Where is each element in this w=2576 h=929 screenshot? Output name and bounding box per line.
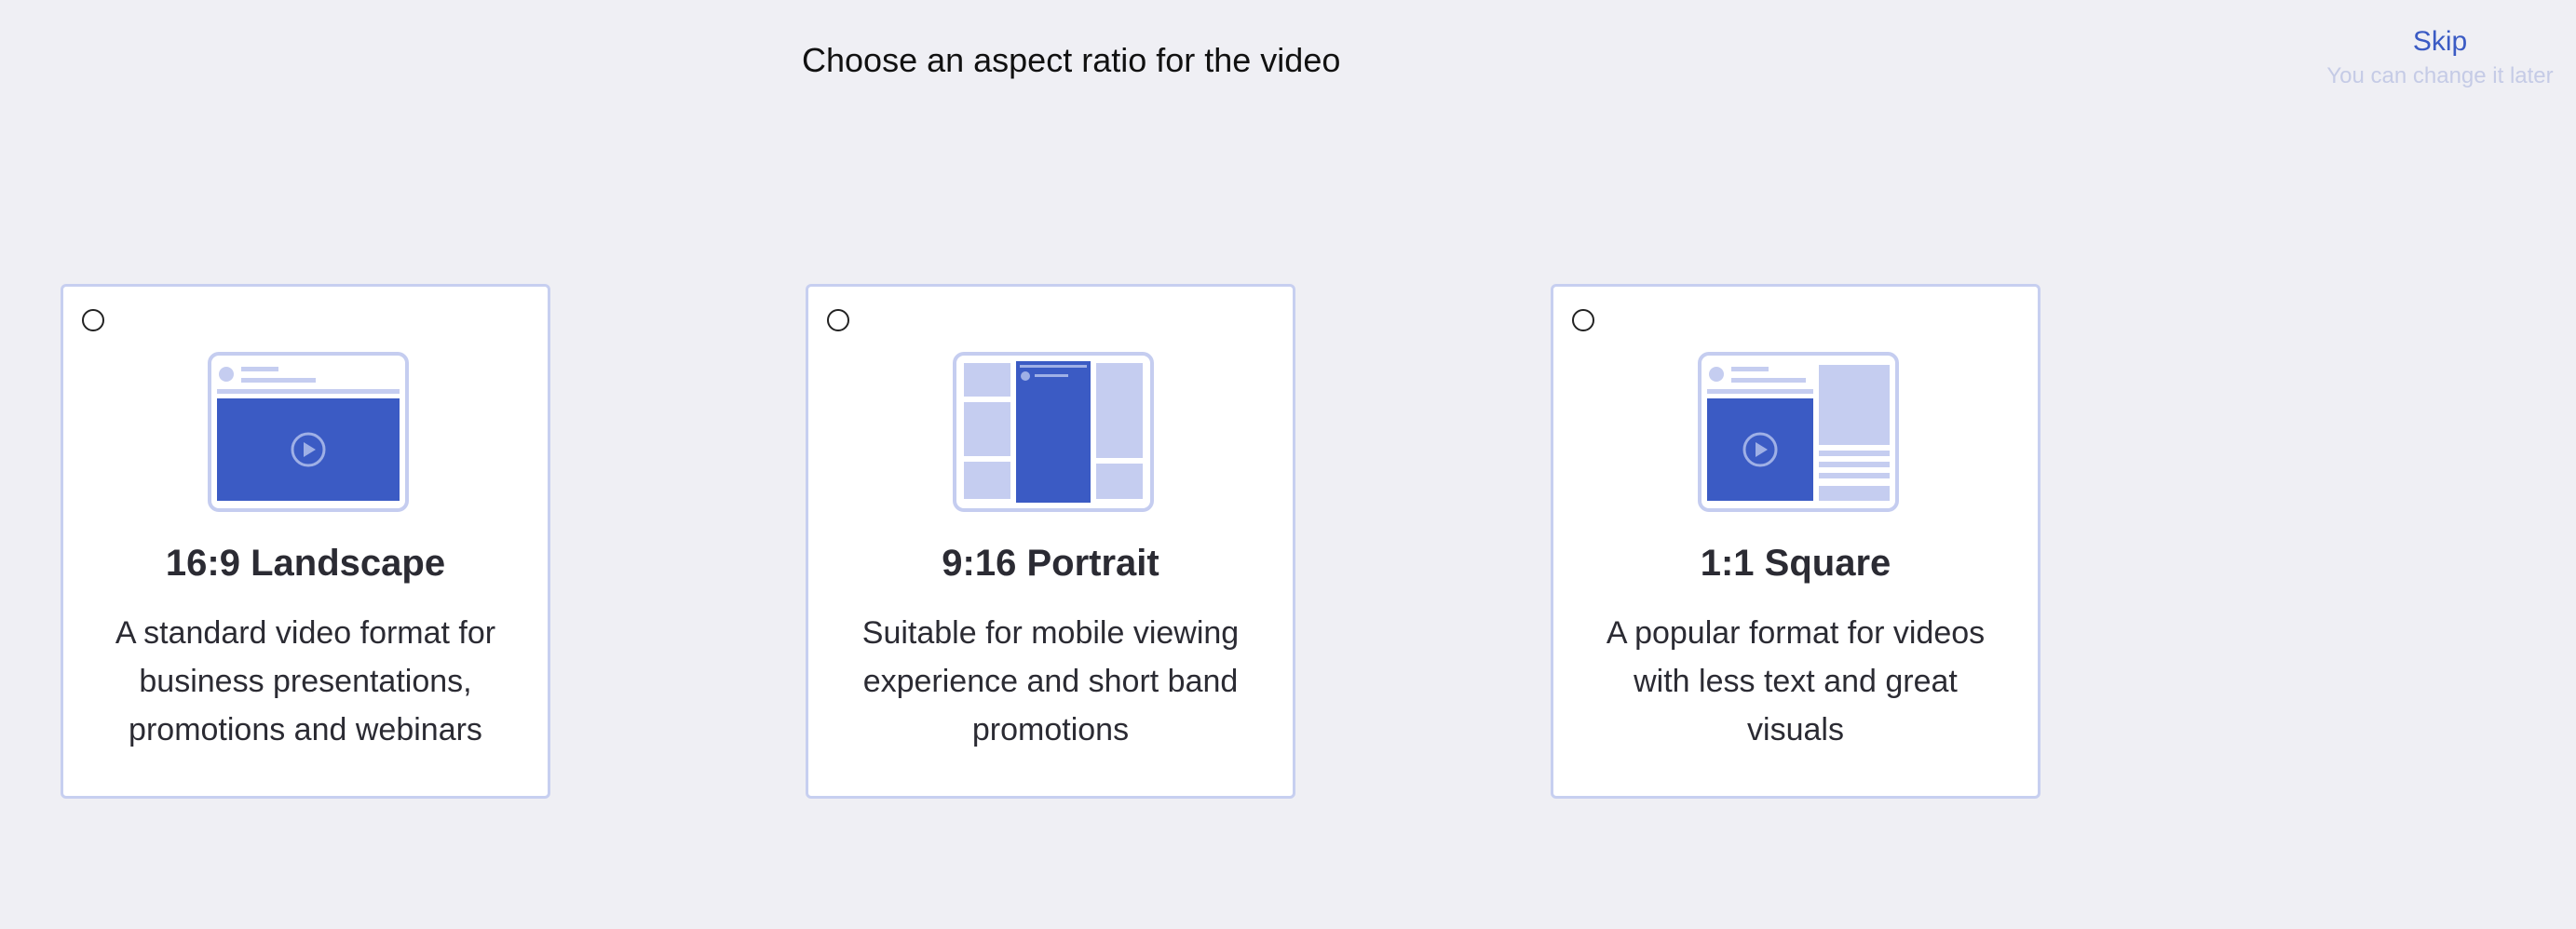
radio-button[interactable]: [1572, 309, 1594, 331]
square-layout-icon: [1698, 352, 1899, 512]
option-card-square[interactable]: 1:1 Square A popular format for videos w…: [1551, 284, 2040, 799]
page-title: Choose an aspect ratio for the video: [802, 41, 1341, 79]
portrait-layout-icon: [953, 352, 1154, 512]
option-description: A popular format for videos with less te…: [1606, 615, 1986, 747]
option-description: A standard video format for business pre…: [115, 615, 496, 747]
skip-area: Skip You can change it later: [2310, 26, 2570, 89]
skip-hint: You can change it later: [2326, 63, 2554, 88]
option-title: 1:1 Square: [1700, 543, 1891, 584]
option-title: 9:16 Portrait: [942, 543, 1159, 584]
radio-button[interactable]: [82, 309, 104, 331]
option-card-portrait[interactable]: 9:16 Portrait Suitable for mobile viewin…: [806, 284, 1295, 799]
option-title: 16:9 Landscape: [165, 543, 446, 584]
radio-button[interactable]: [827, 309, 849, 331]
skip-link[interactable]: Skip: [2310, 26, 2570, 58]
landscape-layout-icon: [208, 352, 409, 512]
option-description: Suitable for mobile viewing experience a…: [861, 615, 1240, 747]
option-card-landscape[interactable]: 16:9 Landscape A standard video format f…: [61, 284, 550, 799]
